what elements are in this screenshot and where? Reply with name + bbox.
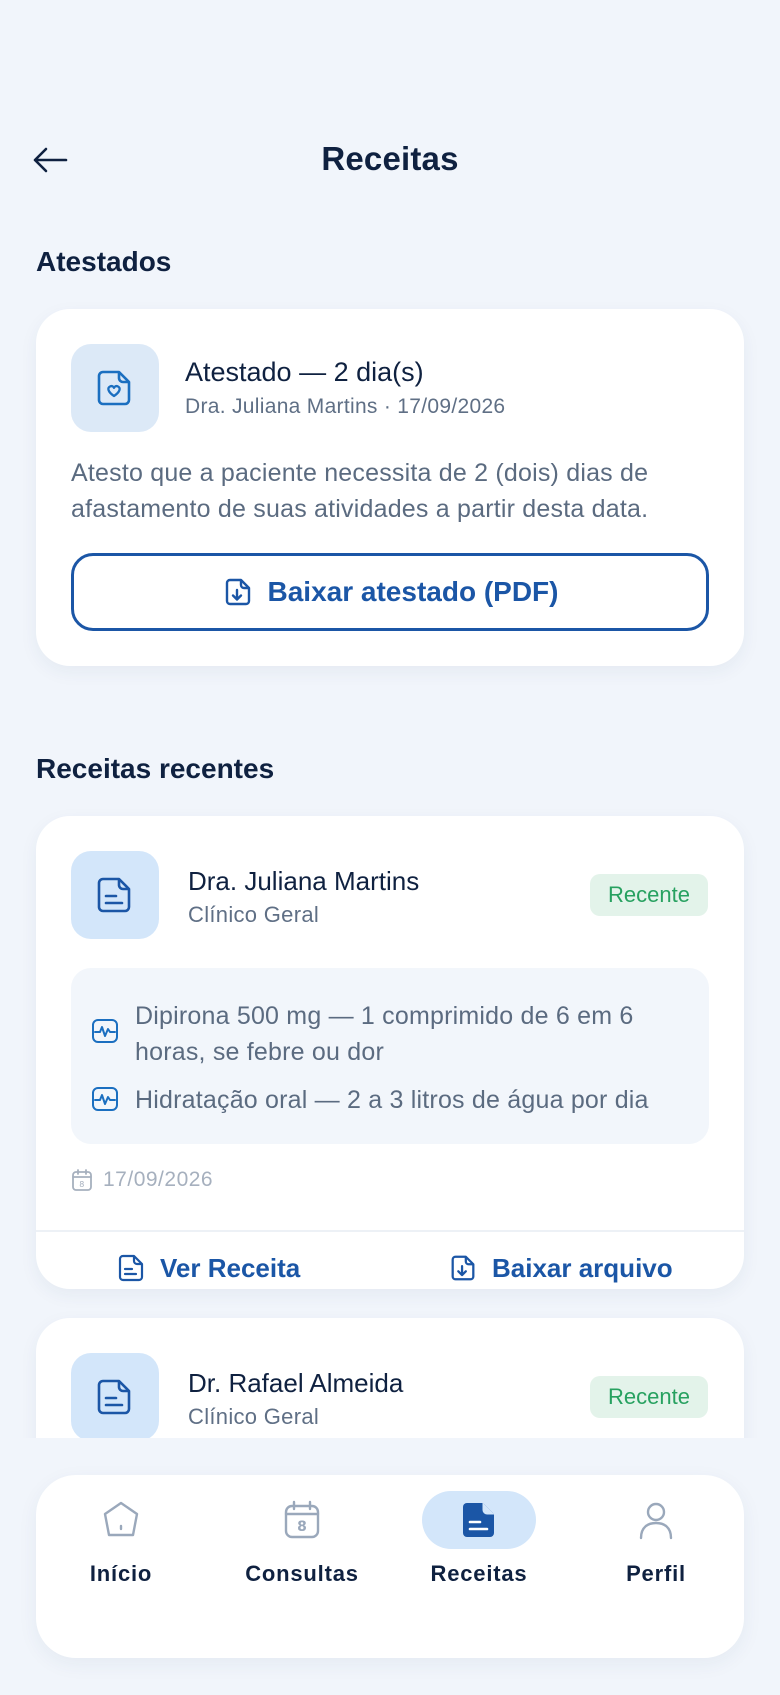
view-prescription-button[interactable]: Ver Receita [116, 1242, 300, 1294]
tab-inicio[interactable]: Início [41, 1489, 201, 1599]
prescription-date-text: 17/09/2026 [103, 1168, 214, 1191]
page-title: Receitas [321, 140, 459, 177]
prescription-card: Dra. Juliana Martins Clínico Geral Recen… [36, 816, 744, 1289]
doctor-specialty: Clínico Geral [188, 902, 320, 927]
download-certificate-label: Baixar atestado (PDF) [267, 576, 559, 607]
prescription-icon-box [71, 851, 159, 939]
home-icon [64, 1491, 178, 1549]
view-prescription-label: Ver Receita [160, 1252, 301, 1283]
download-certificate-button[interactable]: Baixar atestado (PDF) [71, 553, 709, 631]
status-badge: Recente [590, 1376, 708, 1418]
prescriptions-section-title: Receitas recentes [36, 753, 275, 784]
user-icon [599, 1491, 713, 1549]
certificate-subtitle: Dra. Juliana Martins · 17/09/2026 [185, 395, 506, 418]
tab-receitas-label: Receitas [430, 1561, 528, 1586]
medication-list: Dipirona 500 mg — 1 comprimido de 6 em 6… [71, 968, 709, 1144]
top-bar: Receitas [0, 120, 780, 200]
svg-text:8: 8 [79, 1180, 85, 1189]
doctor-specialty: Clínico Geral [188, 1404, 320, 1429]
tab-inicio-label: Início [89, 1561, 153, 1586]
certificates-section-title: Atestados [36, 246, 172, 277]
tab-perfil[interactable]: Perfil [576, 1489, 736, 1599]
health-document-icon [97, 370, 131, 406]
certificate-card: Atestado — 2 dia(s) Dra. Juliana Martins… [36, 309, 744, 666]
prescription-icon [97, 1379, 131, 1415]
bottom-tab-bar: Início 8 Consultas Receitas Perfil [36, 1475, 744, 1658]
calendar-icon: 8 [72, 1169, 92, 1191]
prescription-icon [97, 877, 131, 913]
tab-receitas[interactable]: Receitas [399, 1489, 559, 1599]
certificate-description: Atesto que a paciente necessita de 2 (do… [71, 459, 649, 523]
pulse-icon [92, 1087, 118, 1111]
prescription-icon-box [71, 1353, 159, 1441]
pulse-icon [92, 1019, 118, 1043]
medication-item: Dipirona 500 mg — 1 comprimido de 6 em 6… [135, 1002, 634, 1066]
doctor-name: Dra. Juliana Martins [188, 866, 420, 896]
svg-text:8: 8 [297, 1519, 307, 1535]
download-file-icon [451, 1255, 475, 1281]
download-file-label: Baixar arquivo [492, 1252, 673, 1283]
prescription-icon [118, 1254, 144, 1282]
tab-consultas[interactable]: 8 Consultas [222, 1489, 382, 1599]
status-badge: Recente [590, 874, 708, 916]
tab-consultas-label: Consultas [245, 1561, 359, 1586]
certificate-title: Atestado — 2 dia(s) [185, 357, 424, 387]
document-icon [422, 1491, 536, 1549]
tab-perfil-label: Perfil [626, 1561, 686, 1586]
calendar-icon: 8 [245, 1491, 359, 1549]
certificate-icon-box [71, 344, 159, 432]
download-file-button[interactable]: Baixar arquivo [448, 1242, 673, 1294]
download-file-icon [225, 578, 250, 606]
doctor-name: Dr. Rafael Almeida [188, 1368, 404, 1398]
prescription-date: 8 17/09/2026 [71, 1168, 213, 1192]
medication-item: Hidratação oral — 2 a 3 litros de água p… [135, 1086, 649, 1114]
divider [36, 1230, 744, 1232]
